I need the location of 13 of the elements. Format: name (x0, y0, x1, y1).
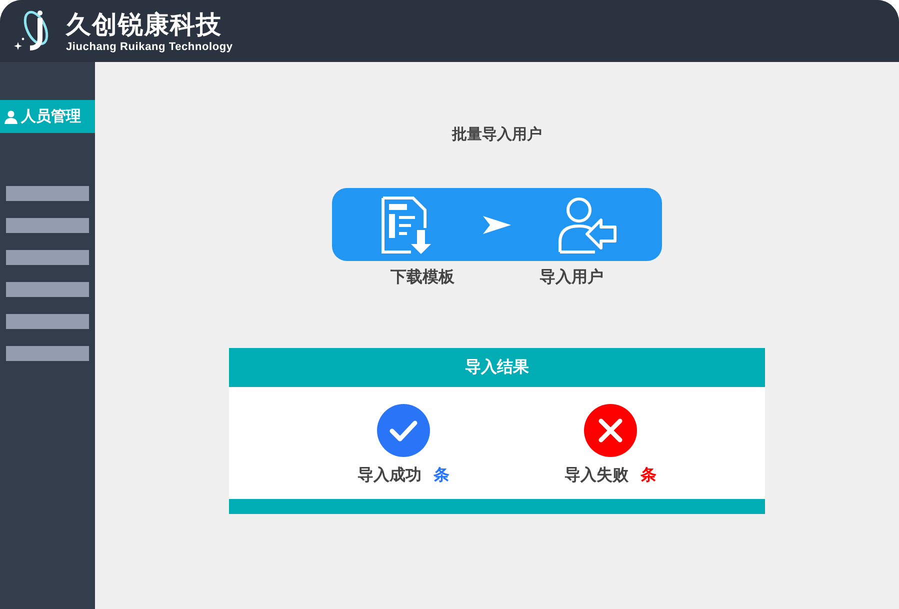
user-icon (4, 110, 18, 124)
results-title: 导入结果 (229, 348, 765, 387)
result-count: 条 (434, 465, 450, 486)
arrow-icon (483, 216, 511, 234)
result-label: 导入失败 (564, 465, 628, 486)
brand-name: 久创锐康科技 (66, 10, 223, 40)
brand-subtitle: Jiuchang Ruikang Technology (66, 40, 233, 52)
result-count: 条 (640, 465, 656, 486)
sidebar-item[interactable]: 人员管理 (0, 100, 95, 133)
page-title: 批量导入用户 (452, 125, 542, 144)
step-label: 导入用户 (540, 267, 604, 288)
result-label: 导入成功 (358, 465, 422, 486)
step-label: 下载模板 (390, 267, 454, 288)
